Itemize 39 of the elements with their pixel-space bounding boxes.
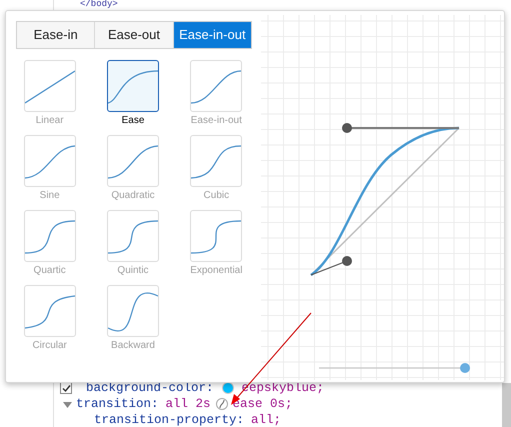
- preset-label: Circular: [32, 339, 67, 353]
- preset-label: Quadratic: [111, 189, 155, 203]
- curve-icon: [191, 145, 242, 179]
- css-value: all;: [251, 412, 282, 427]
- control-handle[interactable]: [342, 123, 459, 133]
- curve-icon: [108, 145, 158, 179]
- preset-label: Backward: [111, 339, 155, 353]
- curve-icon: [191, 220, 242, 254]
- preset-label: Sine: [40, 189, 60, 203]
- preset-label: Quintic: [117, 264, 149, 278]
- checkbox[interactable]: [60, 382, 72, 394]
- preview-slider[interactable]: [319, 363, 470, 373]
- preset-label: Quartic: [34, 264, 66, 278]
- css-value: all 2s: [166, 396, 211, 412]
- color-swatch-icon[interactable]: [222, 382, 234, 394]
- curve-icon: [24, 70, 75, 104]
- preset-label: Ease-in-out: [190, 114, 242, 128]
- curve-icon: [108, 220, 158, 254]
- preset-thumbnail[interactable]: [106, 60, 159, 112]
- curve-icon: [24, 220, 75, 254]
- css-property: transition-property:: [94, 412, 244, 427]
- preset-label: Cubic: [204, 189, 230, 203]
- scrollbar[interactable]: [502, 383, 511, 427]
- curve-icon: [191, 70, 242, 104]
- curve-icon: [24, 145, 75, 179]
- curve-icon: [24, 295, 75, 329]
- expand-icon[interactable]: [60, 400, 72, 408]
- control-handle[interactable]: [310, 256, 352, 276]
- curve-icon: [108, 70, 158, 104]
- preset-label: Ease: [122, 114, 144, 128]
- tab[interactable]: Ease-in-out: [174, 22, 251, 48]
- preset-label: Linear: [36, 114, 64, 128]
- css-property: transition:: [76, 396, 159, 412]
- tab[interactable]: Ease-out: [95, 22, 174, 48]
- tab[interactable]: Ease-in: [17, 22, 96, 48]
- preset-label: Exponential: [190, 264, 242, 278]
- curve-icon: [108, 292, 158, 332]
- css-property: background-color:: [86, 380, 214, 396]
- bezier-icon[interactable]: [216, 398, 228, 410]
